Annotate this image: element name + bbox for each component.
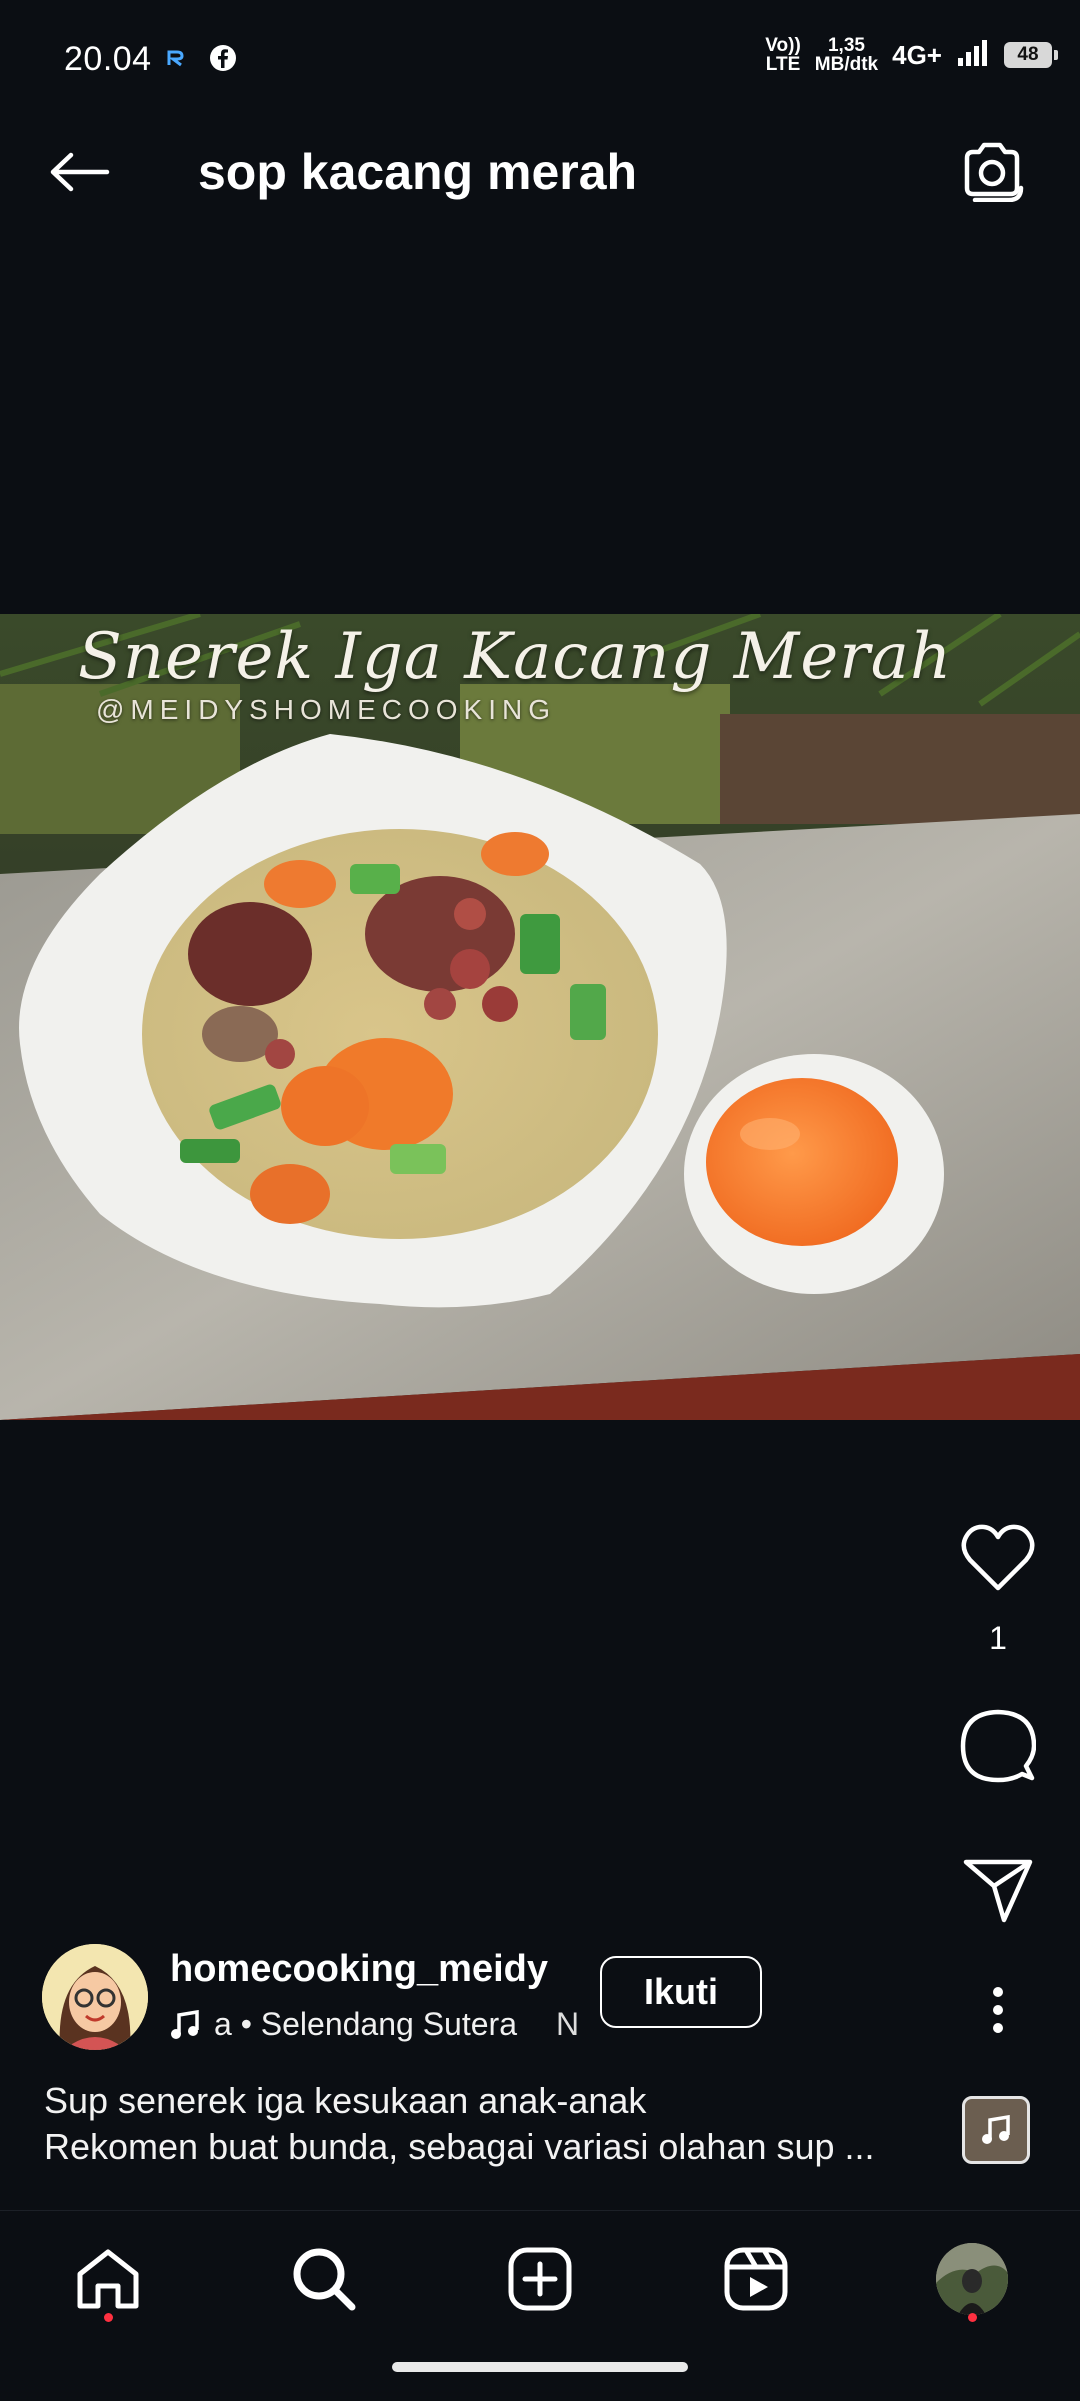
like-button[interactable] bbox=[958, 1518, 1038, 1598]
audio-label: a • Selendang Sutera bbox=[214, 2006, 517, 2042]
reels-icon bbox=[724, 2247, 788, 2311]
nav-reels[interactable] bbox=[706, 2234, 806, 2324]
author-avatar[interactable] bbox=[42, 1944, 148, 2050]
nav-home[interactable] bbox=[58, 2234, 158, 2324]
status-left-icons bbox=[165, 44, 237, 77]
notification-dot bbox=[104, 2313, 113, 2322]
nav-profile[interactable] bbox=[922, 2234, 1022, 2324]
audio-row[interactable]: a • Selendang Sutera bbox=[170, 2006, 517, 2043]
network-type: 4G+ bbox=[892, 39, 942, 70]
camera-icon bbox=[964, 142, 1024, 202]
back-button[interactable] bbox=[40, 140, 120, 204]
sync-icon bbox=[165, 47, 187, 74]
music-note-icon bbox=[171, 2009, 199, 2039]
image-overlay-title: Snerek Iga Kacang Merah bbox=[78, 620, 953, 694]
camera-button[interactable] bbox=[950, 136, 1034, 208]
heart-icon bbox=[961, 1524, 1035, 1591]
home-icon bbox=[77, 2249, 139, 2309]
page-title: sop kacang merah bbox=[198, 144, 638, 200]
nav-search[interactable] bbox=[274, 2234, 374, 2324]
follow-button[interactable]: Ikuti bbox=[600, 1956, 762, 2028]
comment-button[interactable] bbox=[958, 1706, 1038, 1786]
search-icon bbox=[293, 2248, 356, 2311]
battery-indicator: 48 bbox=[1004, 42, 1058, 68]
like-count: 1 bbox=[989, 1620, 1007, 1656]
image-overlay-handle: @MEIDYSHOMECOOKING bbox=[96, 694, 557, 725]
status-right-icons: Vo)) LTE 1,35 MB/dtk 4G+ 48 bbox=[765, 35, 1058, 75]
audio-label-overflow: N bbox=[556, 2006, 580, 2042]
post-image[interactable] bbox=[0, 614, 1080, 1420]
home-indicator[interactable] bbox=[392, 2362, 688, 2372]
notification-dot bbox=[968, 2313, 977, 2322]
profile-avatar bbox=[936, 2243, 1008, 2315]
share-icon bbox=[963, 1859, 1033, 1923]
share-button[interactable] bbox=[958, 1850, 1038, 1930]
signal-icon bbox=[956, 38, 990, 72]
volte-indicator: Vo)) LTE bbox=[765, 35, 801, 75]
post-caption[interactable]: Sup senerek iga kesukaan anak-anak Rekom… bbox=[44, 2078, 944, 2170]
nav-create[interactable] bbox=[490, 2234, 590, 2324]
music-note-icon bbox=[982, 2115, 1010, 2144]
network-speed: 1,35 MB/dtk bbox=[814, 35, 879, 75]
back-arrow-icon bbox=[50, 152, 110, 192]
facebook-icon bbox=[209, 44, 237, 77]
author-username[interactable]: homecooking_meidy bbox=[170, 1948, 548, 1991]
more-vertical-icon bbox=[993, 1987, 1003, 2033]
more-options-button[interactable] bbox=[970, 1980, 1026, 2040]
caption-line: Sup senerek iga kesukaan anak-anak bbox=[44, 2080, 647, 2121]
status-time: 20.04 bbox=[64, 40, 152, 78]
caption-line: Rekomen buat bunda, sebagai variasi olah… bbox=[44, 2126, 875, 2167]
comment-icon bbox=[960, 1709, 1036, 1783]
audio-thumbnail[interactable] bbox=[962, 2096, 1030, 2164]
create-icon bbox=[508, 2247, 572, 2311]
